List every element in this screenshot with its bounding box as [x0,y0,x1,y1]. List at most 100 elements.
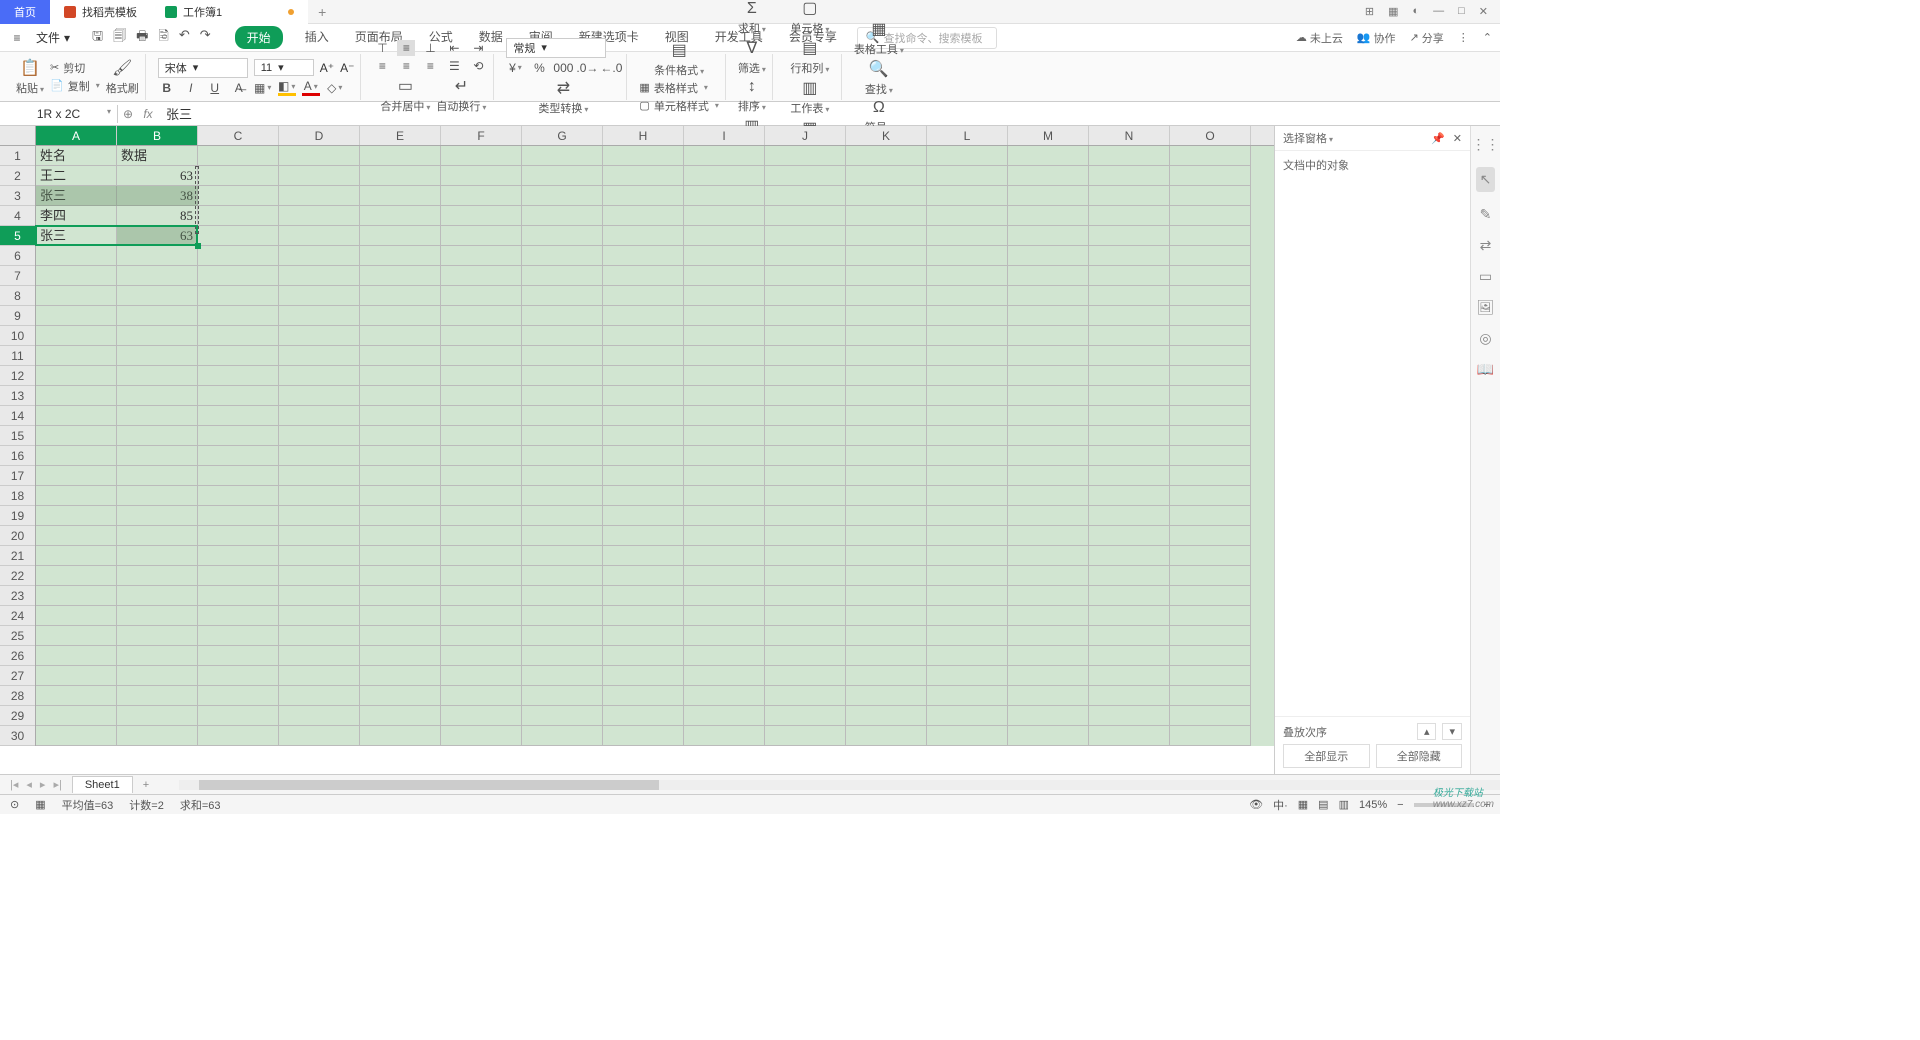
row-header-12[interactable]: 12 [0,366,35,386]
cell-A27[interactable] [36,666,117,686]
cell-H5[interactable] [603,226,684,246]
cell-L13[interactable] [927,386,1008,406]
row-header-17[interactable]: 17 [0,466,35,486]
cell-M6[interactable] [1008,246,1089,266]
cell-E12[interactable] [360,366,441,386]
cell-A3[interactable]: 张三 [36,186,117,206]
cell-L2[interactable] [927,166,1008,186]
cell-D19[interactable] [279,506,360,526]
cell-C20[interactable] [198,526,279,546]
col-header-O[interactable]: O [1170,126,1251,145]
cell-A28[interactable] [36,686,117,706]
sheet-prev-icon[interactable]: ◂ [26,778,32,791]
font-size-select[interactable]: 11▾ [254,59,314,76]
cell-H24[interactable] [603,606,684,626]
cell-B20[interactable] [117,526,198,546]
cell-D20[interactable] [279,526,360,546]
cell-K20[interactable] [846,526,927,546]
layout-tool-icon[interactable]: ▭ [1479,268,1492,285]
cell-I12[interactable] [684,366,765,386]
cell-N9[interactable] [1089,306,1170,326]
cell-N27[interactable] [1089,666,1170,686]
cell-I13[interactable] [684,386,765,406]
cell-N3[interactable] [1089,186,1170,206]
cell-D29[interactable] [279,706,360,726]
cell-N8[interactable] [1089,286,1170,306]
row-header-2[interactable]: 2 [0,166,35,186]
cell-E6[interactable] [360,246,441,266]
cell-E2[interactable] [360,166,441,186]
redo-icon[interactable]: ↷ [200,27,211,49]
tab-template[interactable]: 找稻壳模板 [50,0,151,24]
cell-H8[interactable] [603,286,684,306]
cell-A15[interactable] [36,426,117,446]
cell-O17[interactable] [1170,466,1251,486]
cell-D22[interactable] [279,566,360,586]
cell-M8[interactable] [1008,286,1089,306]
cell-I3[interactable] [684,186,765,206]
select-all-corner[interactable] [0,126,36,146]
cell-H22[interactable] [603,566,684,586]
cell-O5[interactable] [1170,226,1251,246]
cell-G9[interactable] [522,306,603,326]
col-header-N[interactable]: N [1089,126,1170,145]
view-break-icon[interactable]: ▥ [1339,798,1349,811]
cell-B15[interactable] [117,426,198,446]
reading-icon[interactable]: 📖 [1477,361,1494,378]
col-header-A[interactable]: A [36,126,117,145]
cell-M19[interactable] [1008,506,1089,526]
cell-L18[interactable] [927,486,1008,506]
cell-E19[interactable] [360,506,441,526]
cell-O13[interactable] [1170,386,1251,406]
hscroll-track[interactable] [179,780,1500,790]
location-icon[interactable]: ◎ [1479,330,1491,347]
cell-O1[interactable] [1170,146,1251,166]
number-format-select[interactable]: 常规▾ [506,38,606,58]
cell-G29[interactable] [522,706,603,726]
cell-L16[interactable] [927,446,1008,466]
cell-D25[interactable] [279,626,360,646]
cell-L7[interactable] [927,266,1008,286]
fill-handle[interactable] [195,243,201,249]
close-button[interactable]: ✕ [1479,5,1488,18]
cell-M12[interactable] [1008,366,1089,386]
show-all-button[interactable]: 全部显示 [1283,744,1370,768]
cell-K12[interactable] [846,366,927,386]
cell-L9[interactable] [927,306,1008,326]
cell-L20[interactable] [927,526,1008,546]
inc-decimal-button[interactable]: .0→ [578,60,596,76]
cell-H28[interactable] [603,686,684,706]
cell-C27[interactable] [198,666,279,686]
row-header-5[interactable]: 5 [0,226,35,246]
cell-N13[interactable] [1089,386,1170,406]
cell-O20[interactable] [1170,526,1251,546]
sheet-tab-1[interactable]: Sheet1 [72,776,133,793]
cell-K16[interactable] [846,446,927,466]
cell-M20[interactable] [1008,526,1089,546]
cell-H18[interactable] [603,486,684,506]
dec-decimal-button[interactable]: ←.0 [602,60,620,76]
cell-B30[interactable] [117,726,198,746]
cell-G21[interactable] [522,546,603,566]
cell-H1[interactable] [603,146,684,166]
cell-G22[interactable] [522,566,603,586]
new-tab-button[interactable]: + [308,4,336,20]
cell-H9[interactable] [603,306,684,326]
cell-H6[interactable] [603,246,684,266]
cell-D28[interactable] [279,686,360,706]
cell-O30[interactable] [1170,726,1251,746]
cell-D13[interactable] [279,386,360,406]
cell-A14[interactable] [36,406,117,426]
cell-I28[interactable] [684,686,765,706]
cell-G2[interactable] [522,166,603,186]
cell-D9[interactable] [279,306,360,326]
cell-B5[interactable]: 63 [117,226,198,246]
cell-F9[interactable] [441,306,522,326]
cell-button[interactable]: ▢单元格 [790,0,829,36]
cell-C5[interactable] [198,226,279,246]
cell-H12[interactable] [603,366,684,386]
cell-F6[interactable] [441,246,522,266]
cell-F12[interactable] [441,366,522,386]
cell-L5[interactable] [927,226,1008,246]
cell-G17[interactable] [522,466,603,486]
